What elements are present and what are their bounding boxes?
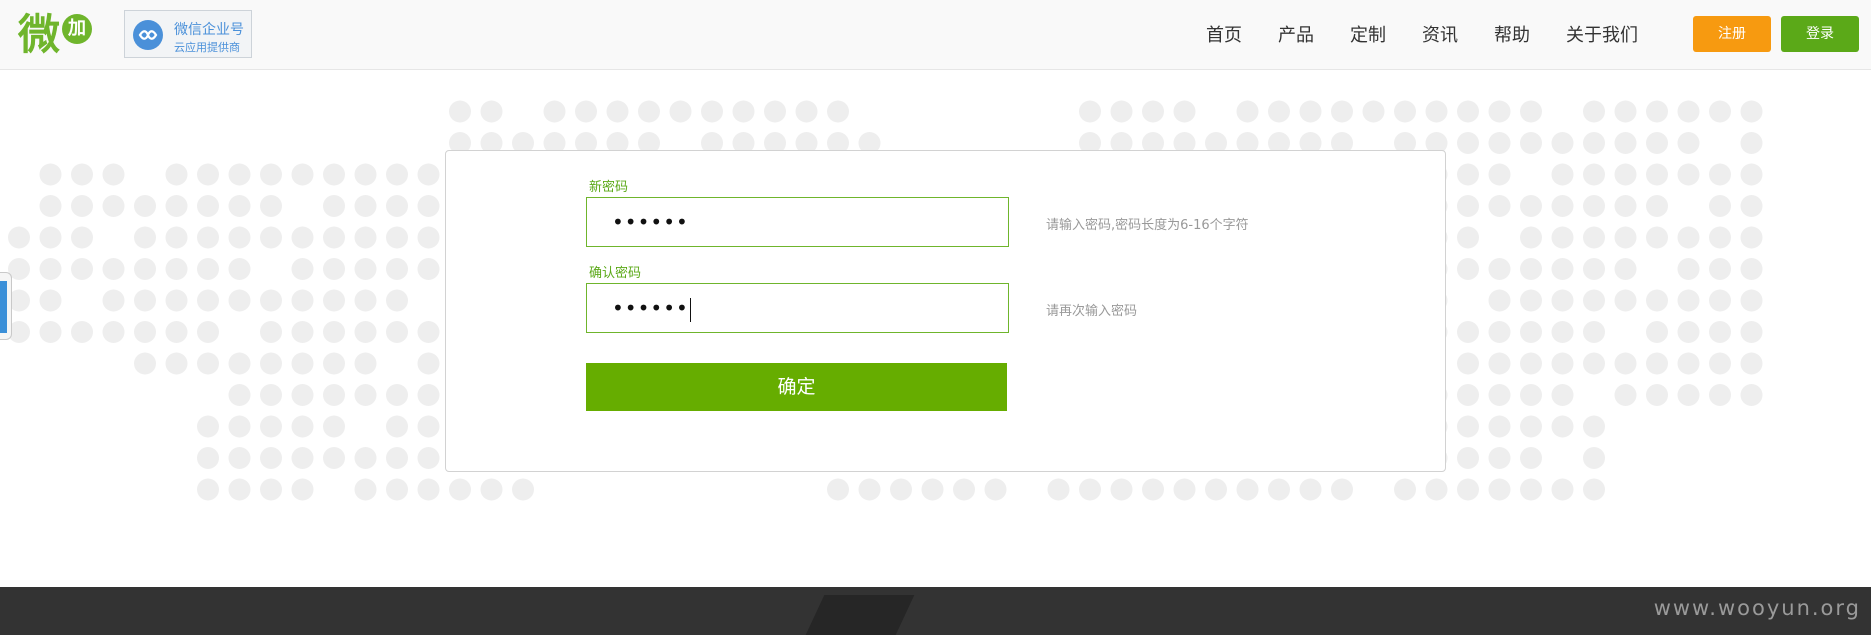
login-button[interactable]: 登录 [1781, 16, 1859, 52]
confirm-password-hint: 请再次输入密码 [1046, 304, 1138, 319]
logo-sub: 加 [62, 14, 92, 44]
nav-news[interactable]: 资讯 [1404, 0, 1476, 69]
logo-main: 微 [18, 10, 61, 59]
reset-password-form: 新密码 •••••• 请输入密码,密码长度为6-16个字符 确认密码 •••••… [445, 150, 1446, 472]
new-password-input[interactable]: •••••• [586, 197, 1009, 247]
watermark: www.wooyun.org [1653, 596, 1861, 620]
nav-products[interactable]: 产品 [1260, 0, 1332, 69]
footer-bar [0, 587, 1871, 635]
nav-custom[interactable]: 定制 [1332, 0, 1404, 69]
confirm-password-value: •••••• [612, 296, 689, 320]
confirm-password-input[interactable]: •••••• [586, 283, 1009, 333]
badge-subtitle: 云应用提供商 [174, 41, 240, 54]
nav-home[interactable]: 首页 [1188, 0, 1260, 69]
nav-about[interactable]: 关于我们 [1548, 0, 1656, 69]
text-caret [689, 297, 691, 322]
logo[interactable]: 微 加 [18, 10, 92, 60]
confirm-password-label: 确认密码 [589, 266, 642, 281]
register-button[interactable]: 注册 [1693, 16, 1771, 52]
new-password-label: 新密码 [589, 180, 629, 195]
new-password-value: •••••• [612, 210, 689, 234]
wechat-enterprise-badge[interactable]: 微信企业号 云应用提供商 [124, 10, 252, 58]
nav-help[interactable]: 帮助 [1476, 0, 1548, 69]
site-header: 微 加 微信企业号 云应用提供商 首页 产品 定制 资讯 帮助 关于我们 注册 … [0, 0, 1871, 70]
side-feedback-tab[interactable] [0, 272, 12, 340]
main-nav: 首页 产品 定制 资讯 帮助 关于我们 [1188, 0, 1656, 69]
wechat-enterprise-icon [133, 20, 163, 50]
confirm-button[interactable]: 确定 [586, 363, 1007, 411]
new-password-hint: 请输入密码,密码长度为6-16个字符 [1046, 218, 1249, 233]
badge-title: 微信企业号 [174, 22, 244, 38]
